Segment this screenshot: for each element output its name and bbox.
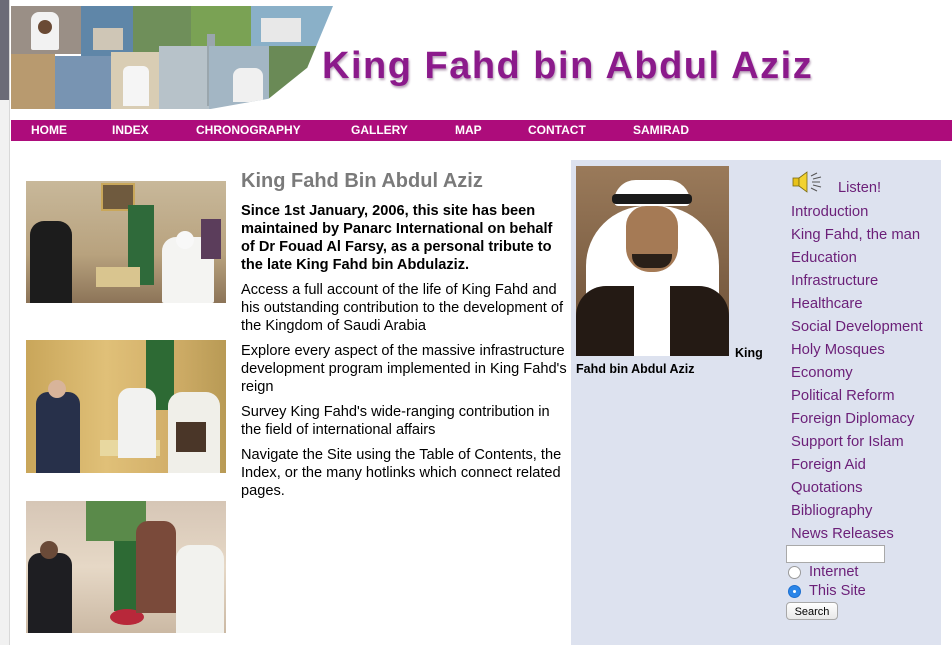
banner-photo-collage xyxy=(11,6,333,109)
menu-item-social-development[interactable]: Social Development xyxy=(791,317,923,340)
nav-contact[interactable]: CONTACT xyxy=(528,120,586,141)
search-button[interactable]: Search xyxy=(786,602,838,620)
menu-item-holy-mosques[interactable]: Holy Mosques xyxy=(791,340,923,363)
menu-item-infrastructure[interactable]: Infrastructure xyxy=(791,271,923,294)
article-paragraph: Explore every aspect of the massive infr… xyxy=(241,343,567,395)
photo-meeting-3 xyxy=(26,501,226,633)
main-navigation: HOME INDEX CHRONOGRAPHY GALLERY MAP CONT… xyxy=(11,120,952,141)
menu-item-political-reform[interactable]: Political Reform xyxy=(791,386,923,409)
portrait-photo xyxy=(576,166,729,356)
menu-item-economy[interactable]: Economy xyxy=(791,363,923,386)
nav-home[interactable]: HOME xyxy=(31,120,67,141)
radio-button-this-site[interactable] xyxy=(788,585,801,598)
photo-meeting-2 xyxy=(26,340,226,473)
menu-item-foreign-diplomacy[interactable]: Foreign Diplomacy xyxy=(791,409,923,432)
article-paragraph: Access a full account of the life of Kin… xyxy=(241,282,564,334)
intro-article: King Fahd Bin Abdul Aziz Since 1st Janua… xyxy=(241,170,569,507)
menu-item-news-releases[interactable]: News Releases xyxy=(791,524,923,547)
nav-index[interactable]: INDEX xyxy=(112,120,149,141)
article-paragraph: Navigate the Site using the Table of Con… xyxy=(241,447,562,499)
nav-map[interactable]: MAP xyxy=(455,120,482,141)
photo-meeting-1 xyxy=(26,181,226,303)
nav-chronography[interactable]: CHRONOGRAPHY xyxy=(196,120,301,141)
menu-item-quotations[interactable]: Quotations xyxy=(791,478,923,501)
menu-item-introduction[interactable]: Introduction xyxy=(791,202,923,225)
topic-menu: Introduction King Fahd, the man Educatio… xyxy=(791,202,923,547)
article-paragraph: Survey King Fahd's wide-ranging contribu… xyxy=(241,404,550,438)
caption-line-1: King xyxy=(735,346,763,360)
listen-label[interactable]: Listen! xyxy=(838,180,881,196)
radio-label-this-site: This Site xyxy=(809,583,866,599)
menu-item-bibliography[interactable]: Bibliography xyxy=(791,501,923,524)
menu-item-support-for-islam[interactable]: Support for Islam xyxy=(791,432,923,455)
caption-line-2: Fahd bin Abdul Aziz xyxy=(576,362,695,376)
menu-item-king-fahd-the-man[interactable]: King Fahd, the man xyxy=(791,225,923,248)
radio-button-internet[interactable] xyxy=(788,566,801,579)
radio-label-internet: Internet xyxy=(809,564,859,580)
nav-gallery[interactable]: GALLERY xyxy=(351,120,408,141)
header-banner: King Fahd bin Abdul Aziz xyxy=(11,6,951,113)
site-title: King Fahd bin Abdul Aziz xyxy=(322,45,814,87)
article-heading: King Fahd Bin Abdul Aziz xyxy=(241,170,483,192)
search-input[interactable] xyxy=(786,545,885,563)
nav-samirad[interactable]: SAMIRAD xyxy=(633,120,689,141)
speaker-icon xyxy=(791,170,825,199)
menu-item-education[interactable]: Education xyxy=(791,248,923,271)
menu-item-foreign-aid[interactable]: Foreign Aid xyxy=(791,455,923,478)
article-lead: Since 1st January, 2006, this site has b… xyxy=(241,203,553,273)
window-edge-top xyxy=(0,0,9,100)
menu-item-healthcare[interactable]: Healthcare xyxy=(791,294,923,317)
